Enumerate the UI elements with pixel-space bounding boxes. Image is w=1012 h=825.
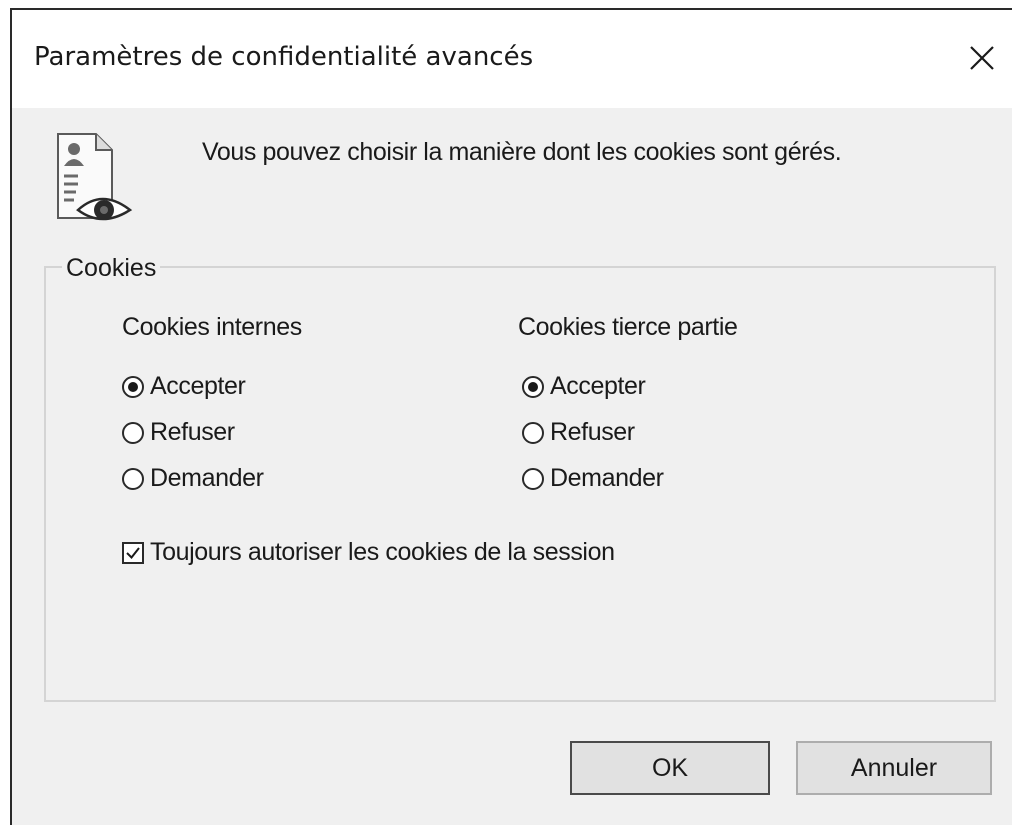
radio-label: Accepter (150, 372, 246, 400)
third-party-refuse-radio[interactable]: Refuser (522, 418, 635, 447)
dialog-title: Paramètres de confidentialité avancés (34, 42, 534, 72)
radio-indicator (522, 467, 544, 490)
radio-indicator (122, 375, 144, 398)
third-party-ask-radio[interactable]: Demander (522, 464, 664, 493)
checkbox-indicator (122, 541, 144, 564)
first-party-accept-radio[interactable]: Accepter (122, 372, 246, 401)
radio-label: Demander (550, 464, 664, 492)
first-party-refuse-radio[interactable]: Refuser (122, 418, 235, 447)
cancel-button[interactable]: Annuler (796, 741, 992, 795)
third-party-heading: Cookies tierce partie (518, 313, 738, 341)
radio-indicator (522, 375, 544, 398)
radio-indicator (122, 421, 144, 444)
third-party-accept-radio[interactable]: Accepter (522, 372, 646, 401)
privacy-settings-dialog: Paramètres de confidentialité avancés Vo… (10, 8, 1012, 825)
radio-label: Accepter (550, 372, 646, 400)
intro-text: Vous pouvez choisir la manière dont les … (202, 138, 842, 166)
cookies-group-legend: Cookies (62, 254, 161, 283)
title-bar: Paramètres de confidentialité avancés (12, 10, 1012, 108)
first-party-ask-radio[interactable]: Demander (122, 464, 264, 493)
radio-label: Refuser (550, 418, 635, 446)
radio-label: Refuser (150, 418, 235, 446)
radio-label: Demander (150, 464, 264, 492)
checkmark-icon (126, 546, 140, 559)
ok-button[interactable]: OK (570, 741, 770, 795)
session-cookies-checkbox[interactable]: Toujours autoriser les cookies de la ses… (122, 538, 615, 567)
radio-indicator (122, 467, 144, 490)
radio-indicator (522, 421, 544, 444)
checkbox-label: Toujours autoriser les cookies de la ses… (150, 538, 615, 566)
close-button[interactable] (952, 32, 1012, 84)
close-icon (970, 46, 994, 70)
first-party-heading: Cookies internes (122, 313, 302, 341)
privacy-document-eye-icon (57, 133, 133, 221)
